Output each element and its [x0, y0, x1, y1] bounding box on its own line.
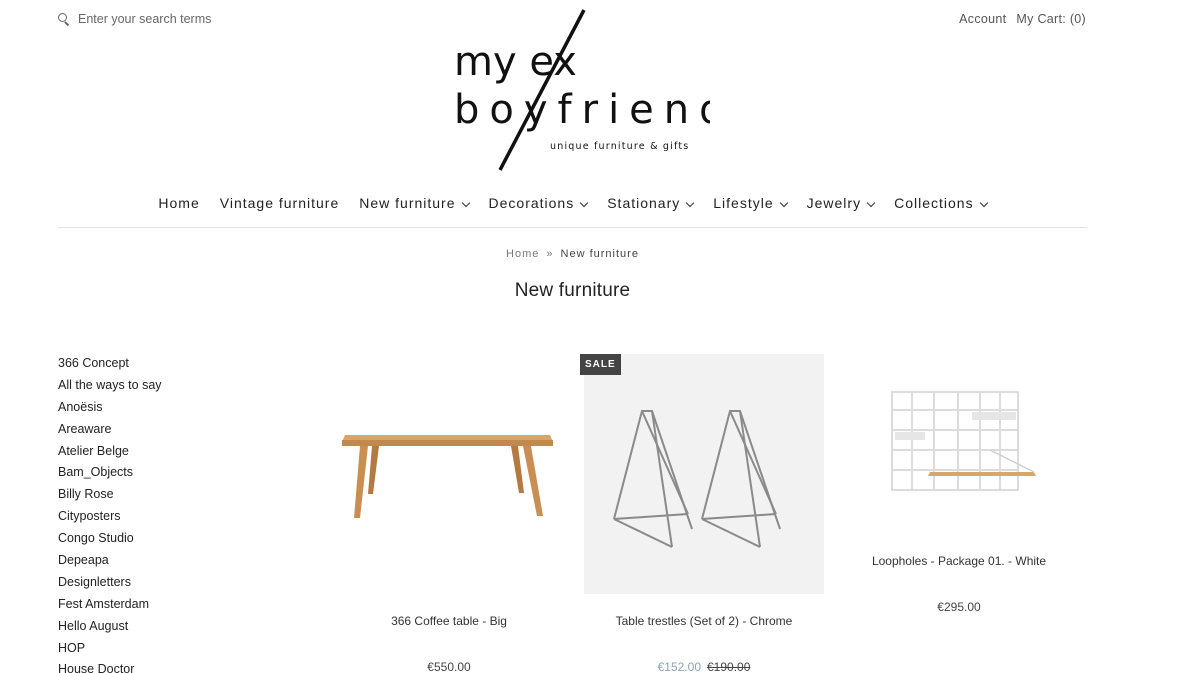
product-price: €295.00	[937, 600, 981, 614]
product-card[interactable]: SALE Table trestles (Set of 2) - Chrome …	[580, 354, 824, 673]
product-card[interactable]: Loopholes - Package 01. - White €295.00	[840, 354, 1078, 673]
sidebar-item[interactable]: Atelier Belge	[58, 442, 162, 464]
coffee-table-image[interactable]	[330, 354, 568, 594]
compare-price: €190.00	[707, 660, 751, 673]
breadcrumb: Home » New furniture	[0, 248, 1145, 260]
account-link[interactable]: Account	[959, 12, 1006, 26]
chevron-down-icon	[979, 198, 988, 208]
account-links: Account My Cart: (0)	[959, 12, 1086, 26]
sidebar-item[interactable]: Areaware	[58, 420, 162, 442]
chevron-down-icon	[686, 198, 695, 208]
logo-line2: boyfriend	[454, 87, 710, 133]
sidebar-item[interactable]: Fest Amsterdam	[58, 595, 162, 617]
breadcrumb-home-link[interactable]: Home	[506, 248, 539, 260]
nav-item-decorations[interactable]: Decorations	[489, 195, 589, 217]
nav-item-lifestyle[interactable]: Lifestyle	[713, 195, 788, 217]
chevron-down-icon	[579, 198, 589, 208]
cart-link[interactable]: My Cart: (0)	[1016, 12, 1086, 26]
search-bar	[58, 12, 318, 27]
chevron-down-icon	[866, 198, 876, 208]
vendor-sidebar: 366 Concept All the ways to say Anoësis …	[58, 354, 162, 673]
sidebar-item[interactable]: Cityposters	[58, 507, 162, 529]
sidebar-item[interactable]: Designletters	[58, 573, 162, 595]
product-name[interactable]: Table trestles (Set of 2) - Chrome	[584, 614, 824, 628]
sidebar-item[interactable]: 366 Concept	[58, 354, 162, 376]
main-nav: Home Vintage furniture New furniture Dec…	[58, 195, 1087, 228]
sidebar-item[interactable]: Hello August	[58, 617, 162, 639]
page-title: New furniture	[514, 280, 631, 301]
sale-price: €152.00	[657, 660, 701, 673]
sidebar-item[interactable]: Congo Studio	[58, 529, 162, 551]
trestles-image[interactable]	[584, 354, 824, 594]
site-logo[interactable]: my ex boyfriend unique furniture & gifts	[450, 8, 710, 173]
chevron-down-icon	[779, 198, 788, 208]
nav-item-new-furniture[interactable]: New furniture	[359, 195, 470, 217]
sidebar-item[interactable]: HOP	[58, 639, 162, 661]
search-input[interactable]	[78, 12, 318, 26]
product-price: €550.00	[427, 660, 471, 673]
nav-item-jewelry[interactable]: Jewelry	[807, 195, 876, 217]
sidebar-item[interactable]: Depeapa	[58, 551, 162, 573]
wall-shelf-image[interactable]	[840, 354, 1078, 534]
sidebar-item[interactable]: Anoësis	[58, 398, 162, 420]
logo-tagline: unique furniture & gifts	[550, 141, 689, 152]
chevron-down-icon	[461, 198, 470, 208]
sidebar-item[interactable]: Billy Rose	[58, 485, 162, 507]
sidebar-item[interactable]: House Doctor	[58, 660, 162, 673]
product-price: €152.00 €190.00	[584, 660, 824, 673]
product-name[interactable]: 366 Coffee table - Big	[330, 614, 568, 628]
sidebar-item[interactable]: Bam_Objects	[58, 463, 162, 485]
product-name[interactable]: Loopholes - Package 01. - White	[840, 554, 1078, 568]
nav-item-home[interactable]: Home	[158, 195, 199, 217]
search-icon[interactable]	[58, 13, 70, 27]
nav-item-collections[interactable]: Collections	[894, 195, 988, 217]
product-card[interactable]: 366 Coffee table - Big €550.00	[330, 354, 568, 673]
breadcrumb-current: New furniture	[560, 248, 639, 260]
nav-item-vintage-furniture[interactable]: Vintage furniture	[220, 195, 339, 217]
breadcrumb-separator: »	[546, 248, 554, 260]
sidebar-item[interactable]: All the ways to say	[58, 376, 162, 398]
nav-item-stationary[interactable]: Stationary	[607, 195, 695, 217]
sale-badge: SALE	[580, 354, 621, 375]
